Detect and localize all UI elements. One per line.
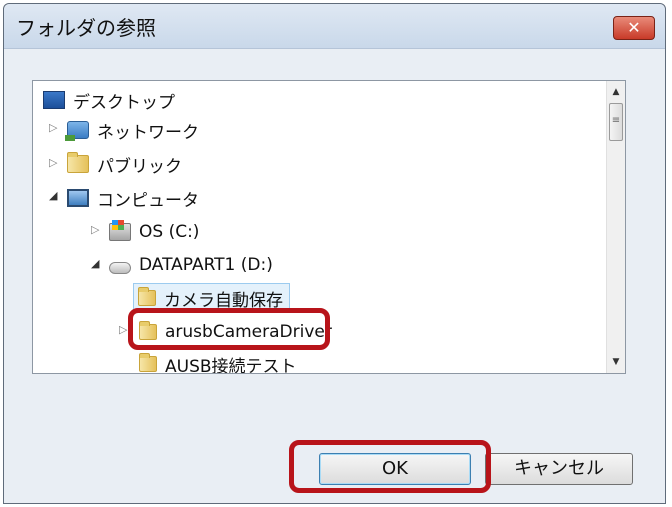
tree-item-label: カメラ自動保存 <box>164 290 283 311</box>
tree-item-drive-c[interactable]: OS (C:) <box>109 217 199 247</box>
folder-icon <box>67 152 89 173</box>
expand-arrow-icon[interactable]: ▷ <box>49 122 61 134</box>
tree-item-label: AUSB接続テスト <box>165 356 297 374</box>
tree-item-public[interactable]: パブリック <box>67 149 182 179</box>
collapse-arrow-icon[interactable]: ◢ <box>91 258 103 270</box>
tree-item-label: コンピュータ <box>97 190 199 211</box>
tree-item-label: ネットワーク <box>97 122 199 143</box>
tree-item-label: パブリック <box>97 156 182 177</box>
collapse-arrow-icon[interactable]: ◢ <box>49 190 61 202</box>
tree-item-network[interactable]: ネットワーク <box>65 115 199 145</box>
title-bar[interactable]: フォルダの参照 ✕ <box>4 4 665 49</box>
hard-drive-icon <box>109 262 131 274</box>
folder-icon <box>138 287 156 306</box>
folder-icon <box>139 353 157 372</box>
scroll-thumb[interactable]: ≡ <box>609 103 623 141</box>
cancel-button[interactable]: キャンセル <box>485 453 633 485</box>
tree-item-label: デスクトップ <box>73 92 175 113</box>
highlight-frame-folder <box>128 308 330 350</box>
tree-item-desktop[interactable]: デスクトップ <box>43 85 175 115</box>
tree-item-label: OS (C:) <box>139 222 200 242</box>
desktop-icon <box>43 91 65 109</box>
tree-item-computer[interactable]: コンピュータ <box>67 183 199 213</box>
highlight-frame-ok <box>289 440 491 493</box>
scroll-down-arrow-icon[interactable]: ▼ <box>607 351 625 373</box>
close-icon: ✕ <box>627 18 641 37</box>
tree-item-drive-d[interactable]: DATAPART1 (D:) <box>109 250 273 280</box>
network-icon <box>65 121 89 141</box>
dialog-title: フォルダの参照 <box>16 16 156 40</box>
tree-item-ausb-test[interactable]: AUSB接続テスト <box>139 349 297 374</box>
vertical-scrollbar[interactable]: ▲ ≡ ▼ <box>606 81 625 373</box>
close-button[interactable]: ✕ <box>613 16 655 40</box>
tree-item-label: DATAPART1 (D:) <box>139 255 273 275</box>
scroll-up-arrow-icon[interactable]: ▲ <box>607 81 625 103</box>
expand-arrow-icon[interactable]: ▷ <box>91 224 103 236</box>
windows-drive-icon <box>109 220 131 241</box>
computer-icon <box>67 189 89 207</box>
expand-arrow-icon[interactable]: ▷ <box>49 157 61 169</box>
